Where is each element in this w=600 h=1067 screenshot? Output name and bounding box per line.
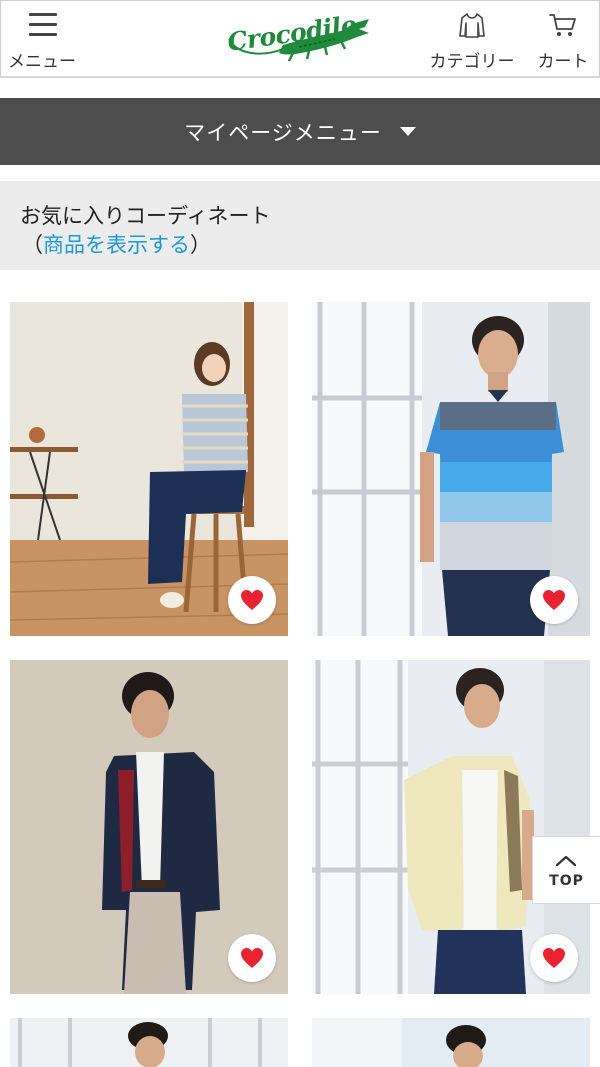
- heart-icon: [241, 948, 263, 968]
- category-label: カテゴリー: [429, 52, 515, 72]
- coordinate-photo: [312, 1018, 590, 1067]
- favorites-header: お気に入りコーディネート （商品を表示する）: [0, 181, 600, 270]
- crocodile-logo[interactable]: Crocodile: [223, 9, 373, 67]
- shirt-icon: [459, 13, 485, 38]
- scroll-top-label: TOP: [549, 873, 584, 889]
- category-button[interactable]: カテゴリー: [423, 1, 521, 76]
- paren-open: （: [22, 233, 43, 257]
- scroll-top-button[interactable]: TOP: [532, 836, 600, 904]
- favorite-button[interactable]: [530, 934, 578, 982]
- heart-icon: [543, 948, 565, 968]
- heart-icon: [241, 590, 263, 610]
- favorite-button[interactable]: [228, 576, 276, 624]
- mypage-menu-label: マイページメニュー: [184, 120, 382, 145]
- menu-button[interactable]: メニュー: [1, 1, 83, 76]
- cart-icon: [549, 14, 576, 36]
- heart-icon: [543, 590, 565, 610]
- paren-close: ）: [190, 233, 211, 257]
- coordinate-card[interactable]: [10, 660, 288, 994]
- favorites-title: お気に入りコーディネート: [20, 204, 271, 228]
- site-header: メニュー Crocodile カテゴリー カート: [0, 0, 600, 78]
- hamburger-icon: [29, 13, 57, 37]
- coordinate-card[interactable]: [10, 302, 288, 636]
- coordinate-card[interactable]: [312, 302, 590, 636]
- coordinate-card[interactable]: [312, 1018, 590, 1067]
- favorite-button[interactable]: [228, 934, 276, 982]
- chevron-up-icon: [555, 855, 577, 867]
- mypage-menu-toggle[interactable]: マイページメニュー: [0, 98, 600, 165]
- triangle-down-icon: [399, 127, 416, 136]
- menu-label: メニュー: [8, 52, 76, 72]
- coordinate-card[interactable]: [312, 660, 590, 994]
- cart-button[interactable]: カート: [529, 1, 597, 76]
- favorites-link-wrap: （商品を表示する）: [22, 229, 211, 259]
- coordinate-photo: [10, 1018, 288, 1067]
- cart-label: カート: [537, 52, 589, 72]
- coordinate-card[interactable]: [10, 1018, 288, 1067]
- favorite-button[interactable]: [530, 576, 578, 624]
- show-products-link[interactable]: 商品を表示する: [43, 233, 190, 257]
